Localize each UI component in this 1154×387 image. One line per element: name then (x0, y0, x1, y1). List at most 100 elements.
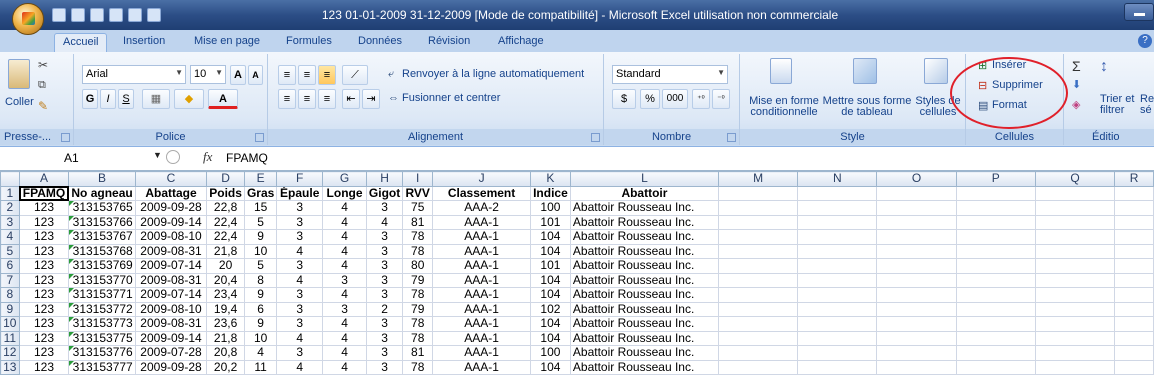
cell[interactable] (1114, 359, 1154, 375)
cell[interactable]: 123 (18, 316, 70, 332)
cell[interactable]: 6 (243, 301, 278, 317)
row-header[interactable]: 7 (0, 272, 20, 288)
cell[interactable] (1114, 287, 1154, 303)
cell[interactable]: 104 (529, 359, 571, 375)
cell[interactable]: AAA-1 (432, 243, 531, 259)
column-header[interactable]: G (322, 171, 367, 187)
cell[interactable]: 313153765 (68, 200, 136, 216)
cell[interactable] (876, 258, 957, 274)
cell[interactable]: 9 (243, 287, 278, 303)
cell[interactable]: 78 (402, 243, 434, 259)
fill-icon[interactable]: ⬇ (1072, 78, 1081, 91)
cell[interactable]: AAA-1 (432, 272, 531, 288)
cell[interactable]: Abattoir Rousseau Inc. (569, 272, 719, 288)
cell[interactable] (955, 243, 1036, 259)
cell[interactable]: 2009-08-10 (134, 301, 208, 317)
conditional-format-button[interactable]: Mise en forme conditionnelle (748, 96, 820, 118)
cell[interactable]: 79 (402, 301, 434, 317)
cell[interactable]: 2009-08-31 (134, 243, 208, 259)
cell[interactable] (1114, 316, 1154, 332)
cell[interactable]: Abattoir Rousseau Inc. (569, 301, 719, 317)
cell[interactable]: Poids (206, 185, 245, 201)
cell[interactable]: 9 (243, 229, 278, 245)
cell[interactable]: 2009-09-28 (134, 200, 208, 216)
cell[interactable]: 313153766 (68, 214, 136, 230)
cell[interactable] (1034, 316, 1116, 332)
cell[interactable]: 313153767 (68, 229, 136, 245)
cell[interactable] (1034, 287, 1116, 303)
cell[interactable] (955, 345, 1036, 361)
cell[interactable]: 123 (18, 258, 70, 274)
cell[interactable]: 20,2 (206, 359, 245, 375)
wrap-text-button[interactable]: Renvoyer à la ligne automatiquement (402, 68, 584, 80)
orientation-icon[interactable]: ⟋ (342, 65, 368, 85)
font-launcher-icon[interactable] (255, 133, 264, 142)
cell[interactable]: AAA-1 (432, 214, 531, 230)
cell[interactable]: FPAMQ (18, 185, 70, 201)
cell[interactable] (717, 272, 799, 288)
cell[interactable]: Abattoir Rousseau Inc. (569, 359, 719, 375)
cell[interactable] (1114, 272, 1154, 288)
cell[interactable]: 10 (243, 330, 278, 346)
increase-decimal-icon[interactable]: ⁺⁰ (692, 89, 710, 109)
cell[interactable]: 22,8 (206, 200, 245, 216)
increase-indent-icon[interactable]: ⇥ (362, 89, 380, 109)
help-icon[interactable]: ? (1138, 34, 1152, 48)
chevron-down-icon[interactable]: ▼ (153, 150, 162, 160)
cell[interactable] (1114, 185, 1154, 201)
row-header[interactable]: 11 (0, 330, 20, 346)
cell[interactable]: 78 (402, 359, 434, 375)
sort-descending-icon[interactable] (147, 8, 161, 22)
cell[interactable]: 4 (322, 214, 367, 230)
cell[interactable] (955, 287, 1036, 303)
cell[interactable] (1034, 301, 1116, 317)
cell[interactable]: 101 (529, 258, 571, 274)
cell[interactable]: 20,8 (206, 345, 245, 361)
tab-insertion[interactable]: Insertion (115, 33, 173, 52)
cell[interactable]: 123 (18, 359, 70, 375)
align-left-icon[interactable]: ≡ (278, 89, 296, 109)
cell[interactable] (1034, 229, 1116, 245)
cancel-edit-icon[interactable] (166, 150, 180, 164)
row-header[interactable]: 10 (0, 316, 20, 332)
cell[interactable]: 4 (322, 200, 367, 216)
clipboard-launcher-icon[interactable] (61, 133, 70, 142)
cell[interactable] (717, 258, 799, 274)
cell[interactable] (876, 200, 957, 216)
cell[interactable]: 9 (243, 316, 278, 332)
row-header[interactable]: 6 (0, 258, 20, 274)
cell[interactable]: 123 (18, 287, 70, 303)
cell[interactable]: Abattoir Rousseau Inc. (569, 330, 719, 346)
cell[interactable]: No agneau (68, 185, 136, 201)
cell[interactable] (1114, 214, 1154, 230)
open-icon[interactable] (109, 8, 123, 22)
cell[interactable] (955, 301, 1036, 317)
cell[interactable]: 4 (322, 359, 367, 375)
thousands-button[interactable]: 000 (662, 89, 688, 109)
cell[interactable]: AAA-1 (432, 229, 531, 245)
cell[interactable] (1114, 229, 1154, 245)
sort-filter-button[interactable]: Trier et filtrer (1100, 94, 1140, 116)
cell[interactable] (797, 316, 878, 332)
cell[interactable]: Abattoir Rousseau Inc. (569, 214, 719, 230)
fill-color-icon[interactable]: ◆ (174, 89, 204, 109)
cell[interactable]: 75 (402, 200, 434, 216)
cell[interactable] (876, 214, 957, 230)
column-header[interactable]: C (134, 171, 208, 187)
cell[interactable]: 100 (529, 345, 571, 361)
cell[interactable] (955, 272, 1036, 288)
cell[interactable]: 21,8 (206, 330, 245, 346)
cell[interactable]: 104 (529, 287, 571, 303)
save-icon[interactable] (52, 8, 66, 22)
column-header[interactable]: R (1114, 171, 1154, 187)
font-size-combo[interactable]: 10 ▼ (190, 65, 226, 84)
cell[interactable] (797, 359, 878, 375)
insert-function-icon[interactable]: fx (203, 149, 212, 165)
cell[interactable]: Abattoir Rousseau Inc. (569, 316, 719, 332)
cell[interactable]: 104 (529, 316, 571, 332)
cell[interactable] (876, 185, 957, 201)
cell[interactable]: 313153768 (68, 243, 136, 259)
column-header[interactable]: Q (1034, 171, 1116, 187)
align-top-icon[interactable]: ≡ (278, 65, 296, 85)
column-header[interactable]: K (529, 171, 571, 187)
